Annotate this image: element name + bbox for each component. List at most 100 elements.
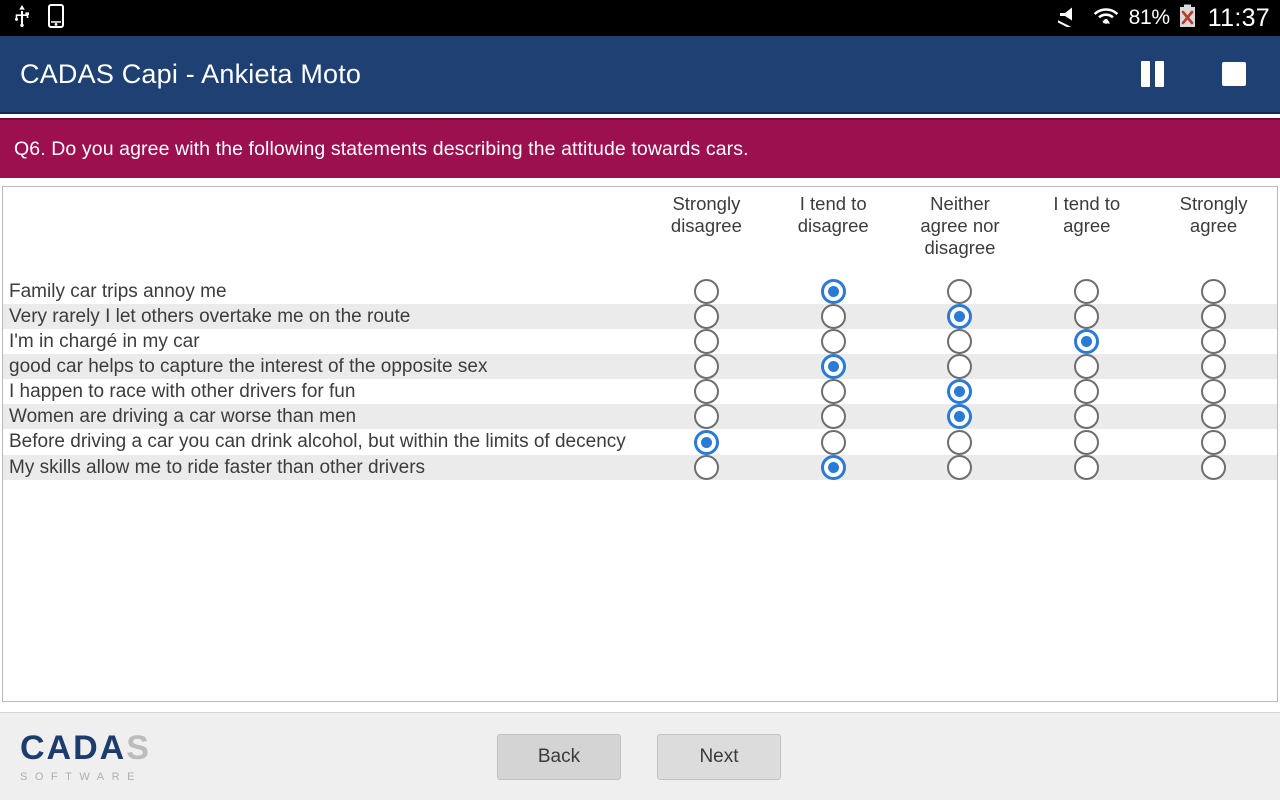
radio-cell-r0-c1[interactable] (770, 279, 897, 304)
radio-cell-r0-c0[interactable] (643, 279, 770, 304)
radio-cell-r7-c4[interactable] (1150, 455, 1277, 480)
radio-cell-r4-c2[interactable] (897, 379, 1024, 404)
column-header-2: Neither agree nor disagree (897, 187, 1024, 279)
radio-cell-r3-c4[interactable] (1150, 354, 1277, 379)
cadas-logo: CADAS SOFTWARE (20, 731, 151, 783)
radio-cell-r0-c4[interactable] (1150, 279, 1277, 304)
radio-unselected-icon[interactable] (1201, 455, 1226, 480)
radio-selected-icon[interactable] (821, 279, 846, 304)
radio-selected-icon[interactable] (821, 354, 846, 379)
radio-unselected-icon[interactable] (1074, 279, 1099, 304)
radio-cell-r6-c0[interactable] (643, 429, 770, 454)
wifi-icon (1093, 4, 1120, 33)
next-button[interactable]: Next (657, 734, 781, 780)
radio-unselected-icon[interactable] (1074, 354, 1099, 379)
radio-unselected-icon[interactable] (821, 404, 846, 429)
radio-cell-r5-c3[interactable] (1023, 404, 1150, 429)
radio-cell-r4-c0[interactable] (643, 379, 770, 404)
radio-cell-r7-c0[interactable] (643, 455, 770, 480)
radio-cell-r6-c2[interactable] (897, 429, 1024, 454)
radio-cell-r2-c1[interactable] (770, 329, 897, 354)
radio-cell-r6-c3[interactable] (1023, 429, 1150, 454)
radio-unselected-icon[interactable] (947, 455, 972, 480)
radio-cell-r2-c4[interactable] (1150, 329, 1277, 354)
radio-unselected-icon[interactable] (1201, 430, 1226, 455)
radio-unselected-icon[interactable] (821, 304, 846, 329)
radio-unselected-icon[interactable] (1074, 430, 1099, 455)
radio-cell-r6-c1[interactable] (770, 429, 897, 454)
radio-cell-r1-c2[interactable] (897, 304, 1024, 329)
radio-cell-r5-c4[interactable] (1150, 404, 1277, 429)
radio-unselected-icon[interactable] (1074, 379, 1099, 404)
radio-selected-icon[interactable] (947, 404, 972, 429)
radio-cell-r1-c3[interactable] (1023, 304, 1150, 329)
row-label: Women are driving a car worse than men (3, 404, 643, 429)
radio-selected-icon[interactable] (947, 379, 972, 404)
radio-cell-r7-c2[interactable] (897, 455, 1024, 480)
radio-cell-r2-c2[interactable] (897, 329, 1024, 354)
radio-unselected-icon[interactable] (947, 354, 972, 379)
back-button[interactable]: Back (497, 734, 621, 780)
radio-cell-r4-c3[interactable] (1023, 379, 1150, 404)
radio-unselected-icon[interactable] (1201, 304, 1226, 329)
table-row: I'm in chargé in my car (3, 329, 1277, 354)
radio-cell-r4-c1[interactable] (770, 379, 897, 404)
radio-cell-r5-c1[interactable] (770, 404, 897, 429)
radio-unselected-icon[interactable] (947, 279, 972, 304)
radio-unselected-icon[interactable] (1074, 304, 1099, 329)
radio-cell-r0-c3[interactable] (1023, 279, 1150, 304)
radio-unselected-icon[interactable] (821, 430, 846, 455)
radio-selected-icon[interactable] (821, 455, 846, 480)
radio-unselected-icon[interactable] (1201, 404, 1226, 429)
radio-cell-r5-c0[interactable] (643, 404, 770, 429)
radio-cell-r7-c1[interactable] (770, 455, 897, 480)
radio-unselected-icon[interactable] (1074, 455, 1099, 480)
radio-cell-r2-c3[interactable] (1023, 329, 1150, 354)
radio-unselected-icon[interactable] (1201, 379, 1226, 404)
radio-cell-r1-c1[interactable] (770, 304, 897, 329)
column-header-line: disagree (671, 215, 742, 237)
radio-selected-icon[interactable] (947, 304, 972, 329)
radio-cell-r1-c4[interactable] (1150, 304, 1277, 329)
column-header-line: Strongly (671, 193, 742, 215)
radio-unselected-icon[interactable] (821, 329, 846, 354)
pause-icon (1141, 61, 1164, 87)
radio-unselected-icon[interactable] (1074, 404, 1099, 429)
stop-icon (1222, 62, 1246, 86)
radio-unselected-icon[interactable] (947, 329, 972, 354)
radio-unselected-icon[interactable] (821, 379, 846, 404)
column-header-line: I tend to (798, 193, 869, 215)
radio-cell-r2-c0[interactable] (643, 329, 770, 354)
mute-icon (1058, 5, 1084, 32)
radio-cell-r3-c3[interactable] (1023, 354, 1150, 379)
radio-cell-r3-c0[interactable] (643, 354, 770, 379)
radio-cell-r0-c2[interactable] (897, 279, 1024, 304)
status-bar-clock: 11:37 (1208, 4, 1270, 33)
pause-button[interactable] (1130, 52, 1174, 96)
radio-cell-r4-c4[interactable] (1150, 379, 1277, 404)
radio-cell-r3-c1[interactable] (770, 354, 897, 379)
radio-unselected-icon[interactable] (947, 430, 972, 455)
radio-unselected-icon[interactable] (1201, 354, 1226, 379)
radio-unselected-icon[interactable] (1201, 279, 1226, 304)
radio-selected-icon[interactable] (1074, 329, 1099, 354)
radio-unselected-icon[interactable] (694, 279, 719, 304)
column-header-line: disagree (798, 215, 869, 237)
radio-unselected-icon[interactable] (694, 404, 719, 429)
radio-unselected-icon[interactable] (694, 379, 719, 404)
radio-cell-r3-c2[interactable] (897, 354, 1024, 379)
app-screen: 81% 11:37 CADAS Capi - Ankieta Moto (0, 0, 1280, 800)
radio-cell-r6-c4[interactable] (1150, 429, 1277, 454)
stop-button[interactable] (1212, 52, 1256, 96)
radio-unselected-icon[interactable] (694, 304, 719, 329)
radio-cell-r5-c2[interactable] (897, 404, 1024, 429)
radio-selected-icon[interactable] (694, 430, 719, 455)
radio-unselected-icon[interactable] (694, 329, 719, 354)
row-label: I'm in chargé in my car (3, 329, 643, 354)
radio-cell-r7-c3[interactable] (1023, 455, 1150, 480)
radio-cell-r1-c0[interactable] (643, 304, 770, 329)
radio-unselected-icon[interactable] (1201, 329, 1226, 354)
app-bar-actions (1130, 52, 1256, 96)
radio-unselected-icon[interactable] (694, 455, 719, 480)
radio-unselected-icon[interactable] (694, 354, 719, 379)
